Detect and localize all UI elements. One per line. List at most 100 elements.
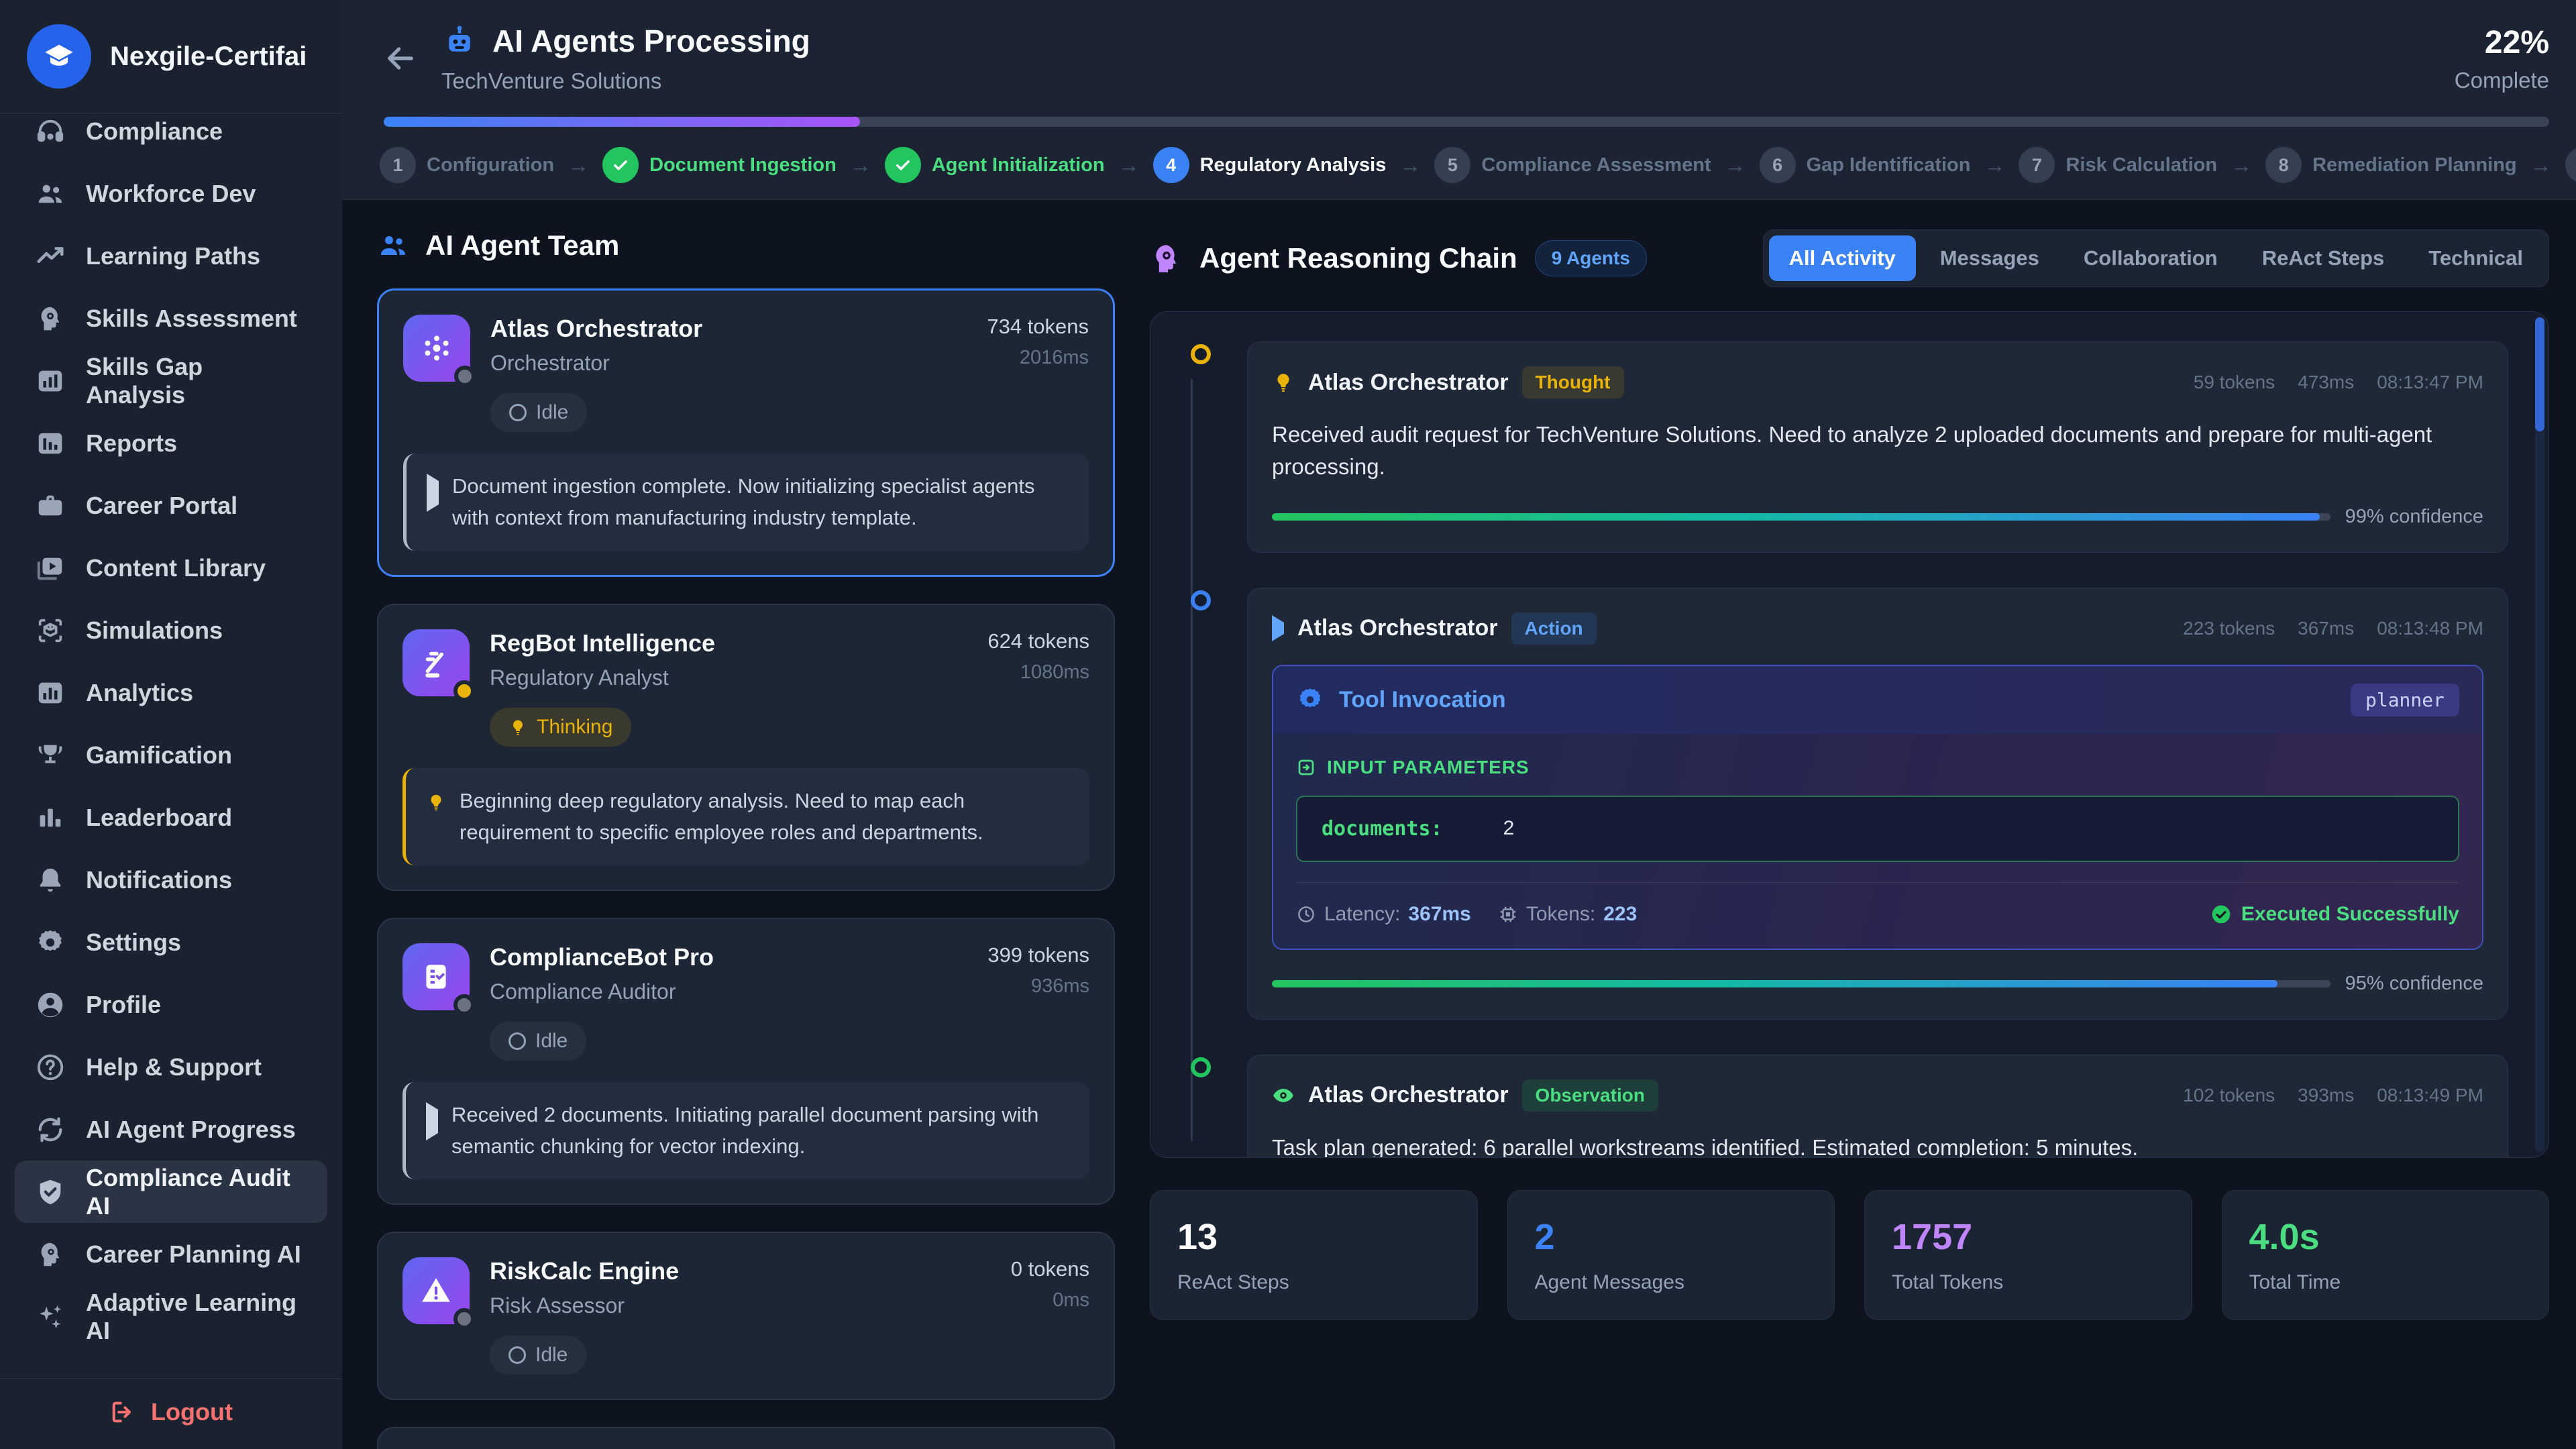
sidebar-item-help[interactable]: Help & Support (15, 1036, 327, 1098)
timeline-marker (1191, 1057, 1211, 1077)
entry-agent: Atlas Orchestrator (1308, 1082, 1509, 1108)
stat-label: ReAct Steps (1177, 1271, 1450, 1294)
agent-card-regbot-intelligence[interactable]: RegBot Intelligence Regulatory Analyst T… (377, 604, 1115, 891)
scales-icon (419, 646, 453, 680)
stat-total-time: 4.0s Total Time (2222, 1190, 2550, 1320)
step-report-generation[interactable]: 9 Report Generation (2565, 147, 2576, 183)
reasoning-panel-title: Agent Reasoning Chain (1199, 242, 1517, 274)
sidebar-item-skills-assessment[interactable]: Skills Assessment (15, 287, 327, 350)
status-dot (454, 366, 476, 387)
sidebar-item-settings[interactable]: Settings (15, 911, 327, 973)
step-arrow-icon: → (850, 153, 871, 178)
agent-role: Risk Assessor (490, 1293, 1011, 1318)
agent-card-riskcalc-engine[interactable]: RiskCalc Engine Risk Assessor Idle 0 tok… (377, 1232, 1115, 1400)
step-arrow-icon: → (2530, 153, 2552, 178)
param-row: documents: 2 (1296, 796, 2459, 862)
step-number: 5 (1434, 147, 1470, 183)
agent-card-compliancebot-pro[interactable]: ComplianceBot Pro Compliance Auditor Idl… (377, 918, 1115, 1205)
stat-value: 13 (1177, 1216, 1450, 1258)
tab-all-activity[interactable]: All Activity (1769, 235, 1916, 281)
page-title: AI Agents Processing (492, 23, 810, 59)
back-button[interactable] (377, 35, 424, 82)
entry-latency: 367ms (2298, 618, 2354, 639)
sidebar-item-simulations[interactable]: Simulations (15, 599, 327, 661)
sidebar-item-compliance-audit-ai[interactable]: Compliance Audit AI (15, 1161, 327, 1223)
entry-card[interactable]: Atlas Orchestrator Thought 59 tokens 473… (1247, 341, 2508, 553)
sidebar-item-career-planning-ai[interactable]: Career Planning AI (15, 1223, 327, 1285)
sidebar-item-reports[interactable]: Reports (15, 412, 327, 474)
sidebar-item-career-portal[interactable]: Career Portal (15, 474, 327, 537)
tool-invocation-card: Tool Invocation planner INPUT PARAMETERS (1272, 665, 2483, 950)
entry-type-badge: Thought (1522, 366, 1624, 398)
tab-technical[interactable]: Technical (2408, 235, 2543, 281)
entry-card[interactable]: Atlas Orchestrator Action 223 tokens 367… (1247, 588, 2508, 1020)
entry-time: 08:13:48 PM (2377, 618, 2483, 639)
agent-team-panel: AI Agent Team Atlas Orchestrator Orchest… (377, 229, 1115, 1449)
status-badge: Idle (490, 1336, 586, 1375)
step-label: Configuration (427, 154, 554, 176)
step-configuration[interactable]: 1 Configuration (380, 147, 554, 183)
entry-tokens: 223 tokens (2183, 618, 2275, 639)
status-badge: Idle (490, 393, 587, 432)
brain-head-icon (1150, 241, 1183, 275)
sidebar-item-label: Workforce Dev (86, 180, 256, 208)
step-risk-calculation[interactable]: 7 Risk Calculation (2019, 147, 2217, 183)
step-gap-identification[interactable]: 6 Gap Identification (1760, 147, 1971, 183)
status-dot (453, 994, 475, 1016)
sidebar-item-label: Skills Gap Analysis (86, 353, 307, 409)
step-number: 1 (380, 147, 416, 183)
step-document-ingestion[interactable]: Document Ingestion (602, 147, 837, 183)
entry-type-badge: Action (1511, 612, 1597, 645)
timeline-entry-action: Atlas Orchestrator Action 223 tokens 367… (1247, 588, 2508, 1020)
sidebar-item-skills-gap[interactable]: Skills Gap Analysis (15, 350, 327, 412)
confidence-label: 95% confidence (2345, 973, 2483, 995)
step-number: 9 (2565, 147, 2576, 183)
network-hub-icon (420, 331, 453, 365)
sidebar-item-analytics[interactable]: Analytics (15, 661, 327, 724)
step-regulatory-analysis[interactable]: 4 Regulatory Analysis (1153, 147, 1387, 183)
sidebar-item-ai-agent-progress[interactable]: AI Agent Progress (15, 1098, 327, 1161)
analytics-icon (35, 678, 66, 708)
sidebar-item-workforce-dev[interactable]: Workforce Dev (15, 162, 327, 225)
sidebar-item-content-library[interactable]: Content Library (15, 537, 327, 599)
tab-react-steps[interactable]: ReAct Steps (2242, 235, 2405, 281)
agent-card-atlas-orchestrator[interactable]: Atlas Orchestrator Orchestrator Idle 734… (377, 288, 1115, 577)
tab-collaboration[interactable]: Collaboration (2063, 235, 2238, 281)
stat-value: 4.0s (2249, 1216, 2522, 1258)
sidebar-item-compliance[interactable]: Compliance (15, 113, 327, 162)
step-label: Compliance Assessment (1481, 154, 1711, 176)
tool-tag: planner (2351, 684, 2459, 716)
agent-avatar (402, 629, 470, 696)
sidebar-item-learning-paths[interactable]: Learning Paths (15, 225, 327, 287)
sidebar-item-label: Career Planning AI (86, 1240, 301, 1269)
sidebar-item-adaptive-learning-ai[interactable]: Adaptive Learning AI (15, 1285, 327, 1348)
step-compliance-assessment[interactable]: 5 Compliance Assessment (1434, 147, 1711, 183)
robot-icon (441, 23, 478, 59)
check-circle-icon (2210, 904, 2232, 925)
agent-message: Received 2 documents. Initiating paralle… (402, 1082, 1089, 1179)
activity-timeline: Atlas Orchestrator Thought 59 tokens 473… (1150, 311, 2549, 1158)
sidebar-item-profile[interactable]: Profile (15, 973, 327, 1036)
agent-tokens: 624 tokens (987, 629, 1089, 653)
sidebar-item-notifications[interactable]: Notifications (15, 849, 327, 911)
tab-messages[interactable]: Messages (1920, 235, 2059, 281)
tool-status: Executed Successfully (2241, 903, 2459, 926)
agent-card-actionplan-ai[interactable]: ActionPlan AI Remediation Planner Idle 0… (377, 1427, 1115, 1449)
clock-icon (1296, 904, 1316, 924)
stat-value: 1757 (1892, 1216, 2165, 1258)
sidebar-item-gamification[interactable]: Gamification (15, 724, 327, 786)
step-remediation-planning[interactable]: 8 Remediation Planning (2265, 147, 2517, 183)
entry-card[interactable]: Atlas Orchestrator Observation 102 token… (1247, 1055, 2508, 1157)
logout-button[interactable]: Logout (109, 1398, 233, 1426)
sidebar-item-leaderboard[interactable]: Leaderboard (15, 786, 327, 849)
people-icon (35, 178, 66, 209)
agent-message: Document ingestion complete. Now initial… (403, 453, 1089, 551)
step-agent-initialization[interactable]: Agent Initialization (885, 147, 1105, 183)
sidebar-item-label: Analytics (86, 679, 193, 707)
timeline-scrollbar-thumb[interactable] (2535, 317, 2544, 431)
timeline-scrollbar-track[interactable] (2535, 317, 2544, 1152)
play-icon (1272, 623, 1284, 635)
timeline-marker (1191, 344, 1211, 364)
gear-icon (1296, 686, 1324, 714)
briefcase-icon (35, 490, 66, 521)
